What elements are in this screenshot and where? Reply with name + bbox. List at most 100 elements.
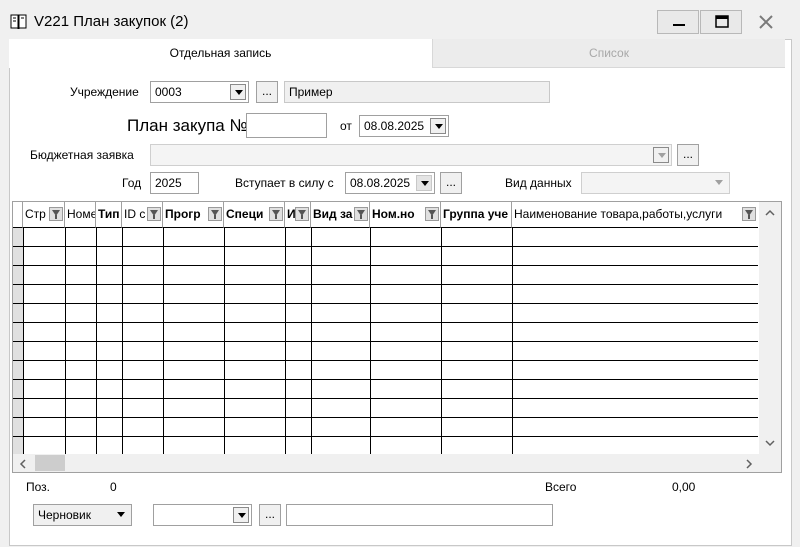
grid-line <box>65 228 66 456</box>
table-row[interactable] <box>13 341 758 342</box>
chevron-down-icon[interactable] <box>711 175 727 191</box>
column-header[interactable]: Тип <box>96 202 122 228</box>
effective-date-label: Вступает в силу с <box>235 176 334 190</box>
column-header-label: ID с <box>124 207 146 221</box>
scroll-right-icon[interactable] <box>745 458 753 472</box>
year-field[interactable]: 2025 <box>150 172 199 194</box>
column-header[interactable]: Стр <box>23 202 65 228</box>
vertical-scrollbar[interactable] <box>759 202 781 456</box>
table-row[interactable] <box>13 284 758 285</box>
budget-request-lookup-button[interactable]: ... <box>677 144 699 166</box>
year-label: Год <box>122 176 142 190</box>
table-row[interactable] <box>13 265 758 266</box>
grid-line <box>224 228 225 456</box>
maximize-button[interactable] <box>700 10 742 34</box>
column-header-label: Стр <box>25 207 46 221</box>
effective-date-value: 08.08.2025 <box>350 176 411 190</box>
chevron-down-icon[interactable] <box>653 147 669 163</box>
calendar-dropdown-icon[interactable] <box>430 118 446 134</box>
scroll-up-icon[interactable] <box>765 206 775 220</box>
filter-icon[interactable] <box>269 207 283 221</box>
grid-line <box>285 228 286 456</box>
column-header[interactable]: Номе <box>65 202 96 228</box>
table-row[interactable] <box>13 398 758 399</box>
year-value: 2025 <box>155 176 182 190</box>
column-header-label: Ном.но <box>372 207 415 221</box>
institution-code-combo[interactable]: 0003 <box>150 81 249 103</box>
column-header-label: Наименование товара,работы,услуги <box>514 207 723 221</box>
plan-date-value: 08.08.2025 <box>364 119 425 133</box>
plan-number-field[interactable] <box>246 113 327 138</box>
column-header[interactable]: Прогр <box>163 202 224 228</box>
grid-line <box>96 228 97 456</box>
close-icon <box>759 15 773 29</box>
column-header[interactable]: Специ <box>224 202 285 228</box>
plan-date-picker[interactable]: 08.08.2025 <box>359 115 449 137</box>
column-header-label: Группа уче <box>443 207 509 221</box>
minimize-icon <box>673 24 685 26</box>
column-header-label: Прогр <box>165 207 201 221</box>
calendar-dropdown-icon[interactable] <box>416 175 432 191</box>
table-row[interactable] <box>13 322 758 323</box>
position-value: 0 <box>110 480 117 494</box>
close-button[interactable] <box>743 10 789 34</box>
footer-text-field[interactable] <box>286 504 553 526</box>
scroll-left-icon[interactable] <box>19 458 27 472</box>
purchase-plan-grid[interactable]: Стр Номе Тип ID с Прогр Специ И Вид за Н… <box>12 201 782 473</box>
scroll-down-icon[interactable] <box>765 436 775 450</box>
scroll-thumb[interactable] <box>35 455 65 471</box>
filter-icon[interactable] <box>742 207 756 221</box>
column-header[interactable]: Вид за <box>311 202 370 228</box>
effective-date-picker[interactable]: 08.08.2025 <box>345 172 435 194</box>
grid-corner <box>13 202 23 228</box>
position-label: Поз. <box>26 480 50 494</box>
institution-lookup-button[interactable]: ... <box>256 81 278 103</box>
tab-list[interactable]: Список <box>432 39 785 68</box>
filter-icon[interactable] <box>208 207 222 221</box>
column-header-label: Номе <box>67 207 96 221</box>
filter-icon[interactable] <box>147 207 161 221</box>
column-header[interactable]: И <box>285 202 311 228</box>
filter-icon[interactable] <box>49 207 63 221</box>
filter-icon[interactable] <box>425 207 439 221</box>
minimize-button[interactable] <box>657 10 699 34</box>
grid-line <box>163 228 164 456</box>
budget-request-combo[interactable] <box>150 144 672 166</box>
grid-line <box>370 228 371 456</box>
filter-icon[interactable] <box>295 207 309 221</box>
table-row[interactable] <box>13 246 758 247</box>
footer-combo[interactable] <box>153 504 252 526</box>
tab-single-record[interactable]: Отдельная запись <box>9 39 432 68</box>
window-title: V221 План закупок (2) <box>34 13 189 30</box>
status-value: Черновик <box>38 508 91 522</box>
chevron-down-icon[interactable] <box>233 507 249 523</box>
grid-line <box>122 228 123 456</box>
table-row[interactable] <box>13 303 758 304</box>
budget-request-label: Бюджетная заявка <box>30 148 134 162</box>
column-header[interactable]: ID с <box>122 202 163 228</box>
column-header[interactable]: Наименование товара,работы,услуги <box>512 202 758 228</box>
horizontal-scrollbar[interactable] <box>13 454 781 472</box>
column-header[interactable]: Группа уче <box>441 202 512 228</box>
filter-icon[interactable] <box>354 207 368 221</box>
effective-date-lookup-button[interactable]: ... <box>440 172 462 194</box>
column-header-label: Тип <box>98 207 120 221</box>
table-row[interactable] <box>13 436 758 437</box>
grid-line <box>441 228 442 456</box>
data-type-combo[interactable] <box>581 172 730 194</box>
chevron-down-icon[interactable] <box>230 84 246 100</box>
table-row[interactable] <box>13 379 758 380</box>
date-from-label: от <box>340 119 352 133</box>
total-label: Всего <box>545 480 577 494</box>
table-row[interactable] <box>13 417 758 418</box>
status-combo[interactable]: Черновик <box>33 504 132 526</box>
grid-line <box>512 228 513 456</box>
footer-lookup-button[interactable]: ... <box>259 504 281 526</box>
book-icon <box>10 14 28 30</box>
chevron-down-icon[interactable] <box>113 507 129 523</box>
table-row[interactable] <box>13 360 758 361</box>
total-value: 0,00 <box>672 480 696 494</box>
row-selector-column[interactable] <box>13 228 24 456</box>
column-header-label: Специ <box>226 207 264 221</box>
column-header[interactable]: Ном.но <box>370 202 441 228</box>
